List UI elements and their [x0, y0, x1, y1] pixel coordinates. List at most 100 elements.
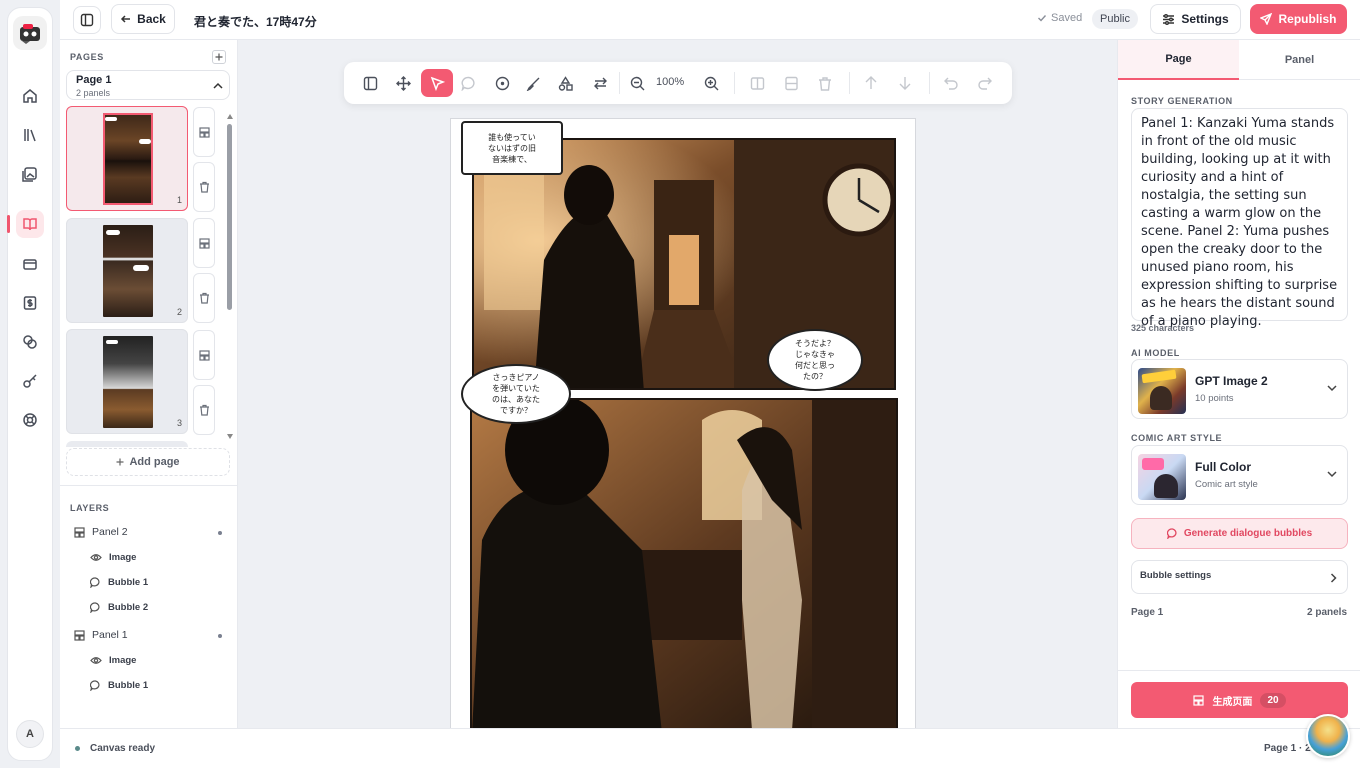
status-bar: Canvas ready Page 1 · 2 [60, 728, 1360, 768]
speech-bubble[interactable]: 誰も使ってい ないはずの旧 音楽棟で、 [461, 121, 563, 175]
trash-icon [199, 404, 209, 416]
key-icon[interactable] [16, 367, 44, 395]
arrow-up-icon[interactable] [857, 69, 885, 97]
gallery-icon[interactable] [16, 160, 44, 188]
pages-panel: PAGES Page 1 2 panels 1 2 3 Add page LAY… [60, 40, 238, 728]
zoom-level: 100% [656, 76, 685, 88]
library-icon[interactable] [16, 121, 44, 149]
cost-badge: 20 [1260, 692, 1286, 708]
coins-icon[interactable] [16, 328, 44, 356]
page-selector[interactable]: Page 1 2 panels [66, 70, 230, 100]
tab-panel[interactable]: Panel [1239, 40, 1360, 80]
layer-bubble-2[interactable]: Bubble 2 [90, 602, 148, 613]
pages-heading: PAGES [70, 52, 104, 62]
layer-visibility-dot [218, 531, 222, 535]
page-layout-button[interactable] [193, 107, 215, 157]
tab-page[interactable]: Page [1118, 40, 1239, 80]
generate-bubbles-label: Generate dialogue bubbles [1183, 528, 1313, 539]
zoom-in-icon[interactable] [697, 69, 725, 97]
dollar-icon[interactable] [16, 289, 44, 317]
toolbar-divider [734, 72, 735, 94]
layer-bubble-1[interactable]: Bubble 1 [90, 577, 148, 588]
scroll-down-icon[interactable] [227, 434, 233, 439]
generate-bubbles-button[interactable]: Generate dialogue bubbles [1131, 518, 1348, 549]
scrollbar[interactable] [227, 124, 232, 310]
layer-label: Bubble 1 [108, 577, 149, 588]
app-logo[interactable] [13, 16, 47, 50]
speech-bubble[interactable]: そうだよ？ じゃなきゃ 何だと思っ たの？ [767, 329, 863, 391]
page-thumb-number: 3 [176, 418, 182, 428]
toolbar-divider [849, 72, 850, 94]
layer-image[interactable]: Image [90, 552, 136, 563]
generate-page-button[interactable]: 生成页面 20 [1131, 682, 1348, 718]
page-delete-button[interactable] [193, 273, 215, 323]
split-vertical-icon[interactable] [743, 69, 771, 97]
brush-icon[interactable] [519, 69, 547, 97]
scroll-up-icon[interactable] [227, 114, 233, 119]
avatar[interactable]: A [16, 720, 44, 748]
bubble-settings-button[interactable]: Bubble settings [1131, 560, 1348, 594]
sidebar-toggle-button[interactable] [73, 6, 101, 34]
top-bar: Back 君と奏でた、17時47分 Saved Public Settings … [60, 0, 1360, 40]
arrow-down-icon[interactable] [891, 69, 919, 97]
save-status: Saved [1037, 12, 1082, 24]
assistant-avatar-icon[interactable] [1306, 714, 1350, 758]
page-thumb[interactable]: 3 [66, 329, 188, 434]
model-points: 10 points [1195, 393, 1234, 404]
move-icon[interactable] [389, 69, 417, 97]
page-layout-button[interactable] [193, 330, 215, 380]
select-pointer-icon[interactable] [421, 69, 453, 97]
book-icon[interactable] [7, 210, 44, 238]
back-button[interactable]: Back [111, 4, 175, 34]
chevron-down-icon [1327, 471, 1337, 478]
settings-button[interactable]: Settings [1150, 4, 1241, 34]
page-thumb-number: 2 [176, 307, 182, 317]
redo-icon[interactable] [971, 69, 999, 97]
layer-bubble-1[interactable]: Bubble 1 [90, 680, 148, 691]
republish-label: Republish [1278, 12, 1337, 26]
swap-icon[interactable] [586, 69, 614, 97]
sidebar-panel-icon[interactable] [356, 69, 384, 97]
visibility-badge[interactable]: Public [1092, 9, 1138, 29]
layer-panel-2[interactable]: Panel 2 [74, 526, 128, 538]
comic-page-canvas[interactable]: 誰も使ってい ないはずの旧 音楽棟で、 そうだよ？ じゃなきゃ 何だと思っ たの… [450, 118, 916, 731]
target-icon[interactable] [488, 69, 516, 97]
republish-button[interactable]: Republish [1250, 4, 1347, 34]
shapes-icon[interactable] [551, 69, 579, 97]
model-select[interactable]: GPT Image 2 10 points [1131, 359, 1348, 419]
add-page-button[interactable]: Add page [66, 448, 230, 476]
speech-bubble-icon [90, 680, 100, 691]
speech-bubble-icon[interactable] [454, 69, 482, 97]
trash-icon[interactable] [811, 69, 839, 97]
page-delete-button[interactable] [193, 385, 215, 435]
page-thumb[interactable]: 1 [66, 106, 188, 211]
zoom-out-icon[interactable] [623, 69, 651, 97]
layers-divider [60, 485, 238, 486]
layer-image[interactable]: Image [90, 655, 136, 666]
page-thumb[interactable]: 2 [66, 218, 188, 323]
page-selector-title: Page 1 [76, 74, 112, 86]
undo-icon[interactable] [937, 69, 965, 97]
layers-heading: LAYERS [70, 503, 110, 513]
layer-panel-1[interactable]: Panel 1 [74, 629, 128, 641]
home-icon[interactable] [16, 82, 44, 110]
style-select[interactable]: Full Color Comic art style [1131, 445, 1348, 505]
page-selector-sub: 2 panels [76, 88, 111, 98]
help-icon[interactable] [16, 406, 44, 434]
layout-icon [1193, 694, 1205, 706]
split-horizontal-icon[interactable] [777, 69, 805, 97]
nav-rail: A [7, 7, 53, 761]
add-page-icon[interactable] [212, 50, 226, 64]
plus-icon [116, 458, 124, 466]
story-textarea[interactable]: Panel 1: Kanzaki Yuma stands in front of… [1131, 108, 1348, 329]
comic-panel-2[interactable] [470, 398, 898, 731]
panel-2-image [472, 400, 896, 729]
card-icon[interactable] [16, 250, 44, 278]
page-delete-button[interactable] [193, 162, 215, 212]
toolbar-divider [929, 72, 930, 94]
footer-page: Page 1 [1131, 607, 1164, 618]
speech-bubble-icon [90, 602, 100, 613]
speech-bubble[interactable]: さっきピアノ を弾いていた のは、あなた ですか？ [461, 364, 571, 424]
properties-panel: Page Panel STORY GENERATION Panel 1: Kan… [1117, 40, 1360, 728]
page-layout-button[interactable] [193, 218, 215, 268]
